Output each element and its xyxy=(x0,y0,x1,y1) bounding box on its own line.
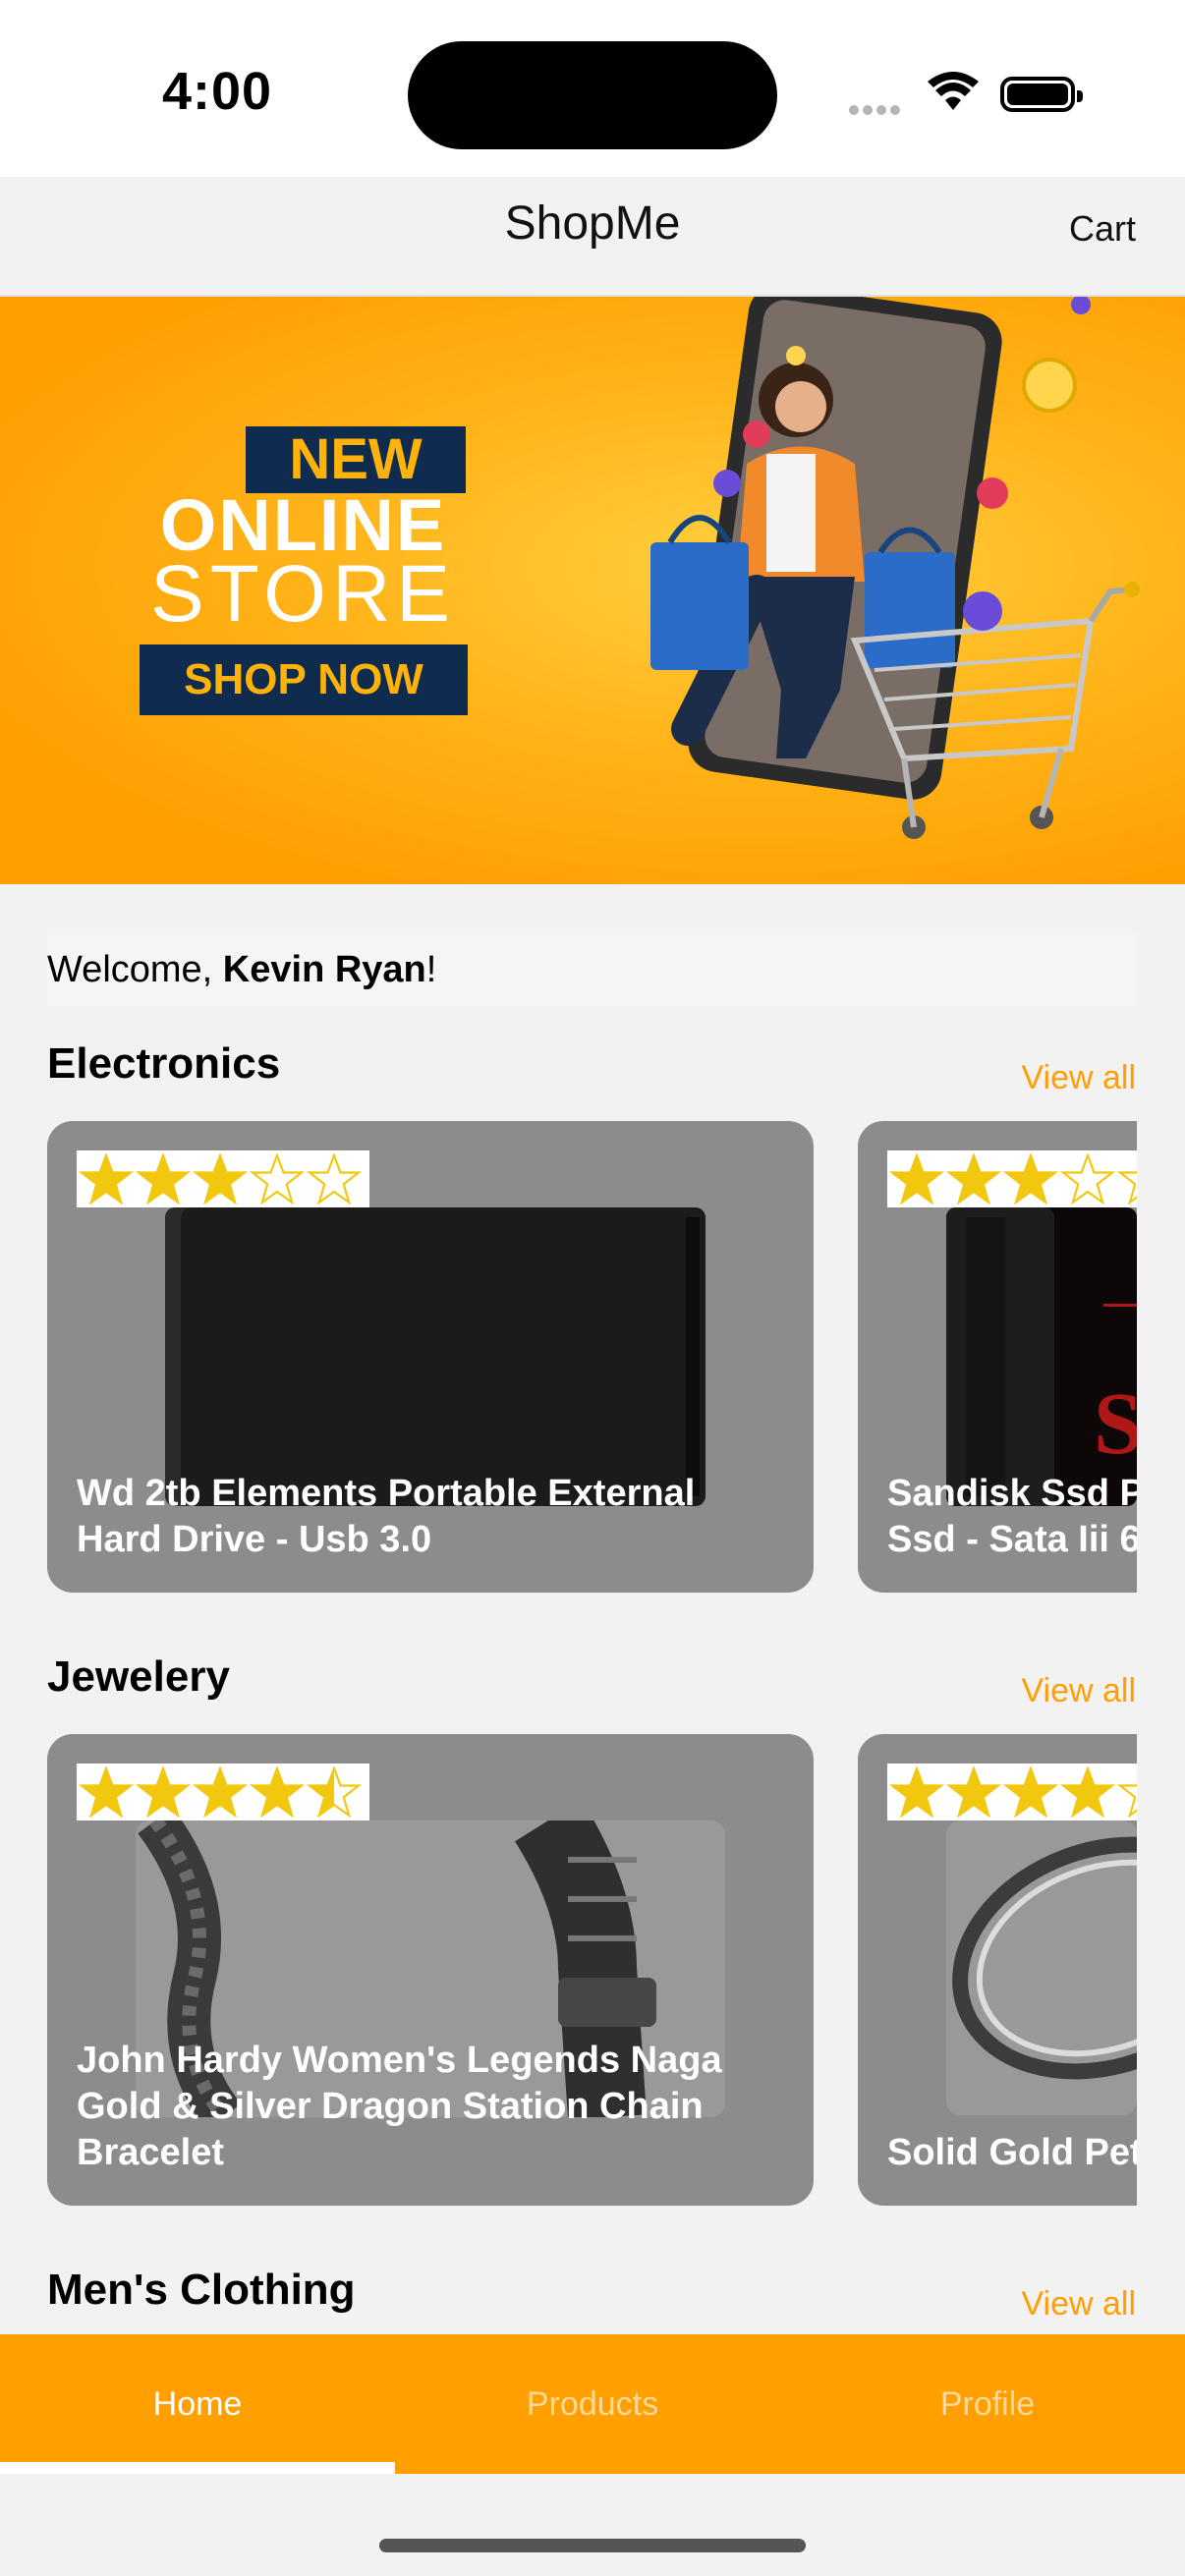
star-filled-icon xyxy=(946,1766,1001,1818)
cellular-signal-icon xyxy=(849,102,904,120)
product-image xyxy=(165,1207,705,1506)
star-filled-icon xyxy=(250,1766,305,1818)
star-filled-icon xyxy=(79,1766,134,1818)
cart-button[interactable]: Cart xyxy=(1069,208,1136,250)
star-filled-icon xyxy=(136,1766,191,1818)
section-title-electronics: Electronics xyxy=(47,1039,281,1088)
star-filled-icon xyxy=(889,1153,944,1204)
welcome-suffix: ! xyxy=(425,949,437,990)
product-image: S xyxy=(946,1207,1137,1506)
app-title: ShopMe xyxy=(504,197,681,250)
svg-text:S: S xyxy=(1094,1375,1137,1473)
star-filled-icon xyxy=(1060,1766,1115,1818)
banner-shop-now-button[interactable]: SHOP NOW xyxy=(140,644,468,715)
tab-home[interactable]: Home xyxy=(0,2334,395,2474)
star-empty-icon xyxy=(250,1153,305,1204)
product-card[interactable]: S Sandisk Ssd PlusSsd - Sata Iii 6 Gb/s xyxy=(858,1121,1137,1593)
star-filled-icon xyxy=(1003,1153,1058,1204)
rating-stars xyxy=(887,1150,1137,1207)
product-card[interactable]: John Hardy Women's Legends Naga Gold & S… xyxy=(47,1734,814,2206)
tab-products[interactable]: Products xyxy=(395,2334,790,2474)
promo-banner[interactable]: NEW ONLINE STORE SHOP NOW xyxy=(0,297,1185,884)
star-empty-icon xyxy=(307,1153,362,1204)
rating-stars xyxy=(887,1764,1137,1820)
view-all-mens-clothing-link[interactable]: View all xyxy=(1021,2285,1136,2324)
product-name: John Hardy Women's Legends Naga Gold & S… xyxy=(77,2040,722,2173)
welcome-prefix: Welcome, xyxy=(47,949,223,990)
star-filled-icon xyxy=(889,1766,944,1818)
tab-profile[interactable]: Profile xyxy=(790,2334,1185,2474)
wifi-icon xyxy=(928,72,979,110)
product-name: Wd 2tb Elements Portable External Hard D… xyxy=(77,1473,696,1560)
welcome-user-name: Kevin Ryan xyxy=(222,949,426,990)
star-empty-icon xyxy=(1117,1784,1137,1818)
banner-new-label: NEW xyxy=(246,426,466,493)
battery-icon xyxy=(1000,77,1083,112)
welcome-message: Welcome, Kevin Ryan! xyxy=(47,933,1136,1006)
view-all-jewelery-link[interactable]: View all xyxy=(1021,1672,1136,1710)
banner-illustration xyxy=(650,297,1140,839)
status-time: 4:00 xyxy=(162,62,273,121)
active-tab-indicator xyxy=(0,2462,395,2474)
rating-stars xyxy=(77,1150,369,1207)
star-filled-icon xyxy=(193,1766,248,1818)
product-name: Solid Gold Petite Micropave xyxy=(887,2132,1137,2173)
star-empty-icon xyxy=(1060,1153,1115,1204)
star-filled-icon xyxy=(1003,1766,1058,1818)
section-title-mens-clothing: Men's Clothing xyxy=(47,2266,356,2314)
star-filled-icon xyxy=(946,1153,1001,1204)
home-indicator[interactable] xyxy=(379,2539,806,2552)
star-half-icon xyxy=(307,1766,362,1818)
product-card[interactable]: Wd 2tb Elements Portable External Hard D… xyxy=(47,1121,814,1593)
star-filled-icon xyxy=(79,1153,134,1204)
dynamic-island xyxy=(408,41,777,149)
view-all-electronics-link[interactable]: View all xyxy=(1021,1059,1136,1097)
product-image xyxy=(946,1820,1137,2115)
product-name: Sandisk Ssd PlusSsd - Sata Iii 6 Gb/s xyxy=(887,1473,1137,1560)
star-filled-icon xyxy=(193,1153,248,1204)
star-filled-icon xyxy=(136,1153,191,1204)
star-empty-icon xyxy=(1117,1171,1137,1204)
bottom-tab-bar: Home Products Profile xyxy=(0,2334,1185,2474)
rating-stars xyxy=(77,1764,369,1820)
product-card[interactable]: Solid Gold Petite Micropave xyxy=(858,1734,1137,2206)
banner-store-label: STORE xyxy=(150,549,456,639)
status-bar: 4:00 ShopMe Cart xyxy=(0,0,1185,250)
section-title-jewelery: Jewelery xyxy=(47,1652,230,1701)
